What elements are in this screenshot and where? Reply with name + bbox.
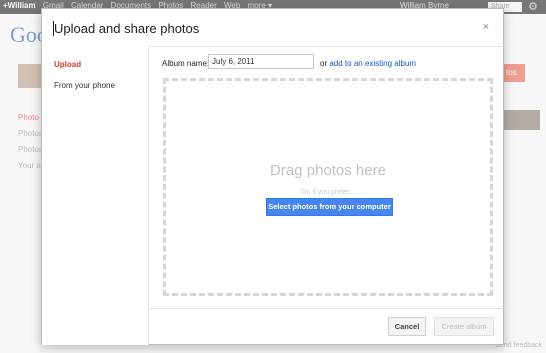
album-name-label: Album name: bbox=[162, 59, 210, 68]
or-prefer-text: Or, if you prefer... bbox=[301, 189, 355, 196]
drag-photos-text: Drag photos here bbox=[270, 162, 386, 179]
divider bbox=[149, 308, 505, 309]
sidebar-item-from-phone[interactable]: From your phone bbox=[54, 81, 115, 90]
add-existing-row: or add to an existing album bbox=[320, 59, 416, 68]
dialog-sidebar: Upload From your phone bbox=[42, 46, 149, 345]
or-label: or bbox=[320, 59, 328, 68]
add-to-existing-album-link[interactable]: add to an existing album bbox=[329, 59, 416, 68]
select-photos-button[interactable]: Select photos from your computer bbox=[266, 198, 393, 216]
create-album-button[interactable]: Create album bbox=[434, 317, 494, 336]
dialog-title: Upload and share photos bbox=[54, 21, 200, 36]
photo-drop-zone[interactable]: Drag photos here Or, if you prefer... Se… bbox=[163, 78, 493, 296]
upload-dialog: Upload and share photos × Upload From yo… bbox=[41, 8, 505, 345]
cancel-button[interactable]: Cancel bbox=[388, 317, 426, 336]
album-name-input[interactable] bbox=[208, 54, 314, 69]
sidebar-item-upload[interactable]: Upload bbox=[54, 60, 81, 69]
close-icon[interactable]: × bbox=[483, 21, 489, 33]
